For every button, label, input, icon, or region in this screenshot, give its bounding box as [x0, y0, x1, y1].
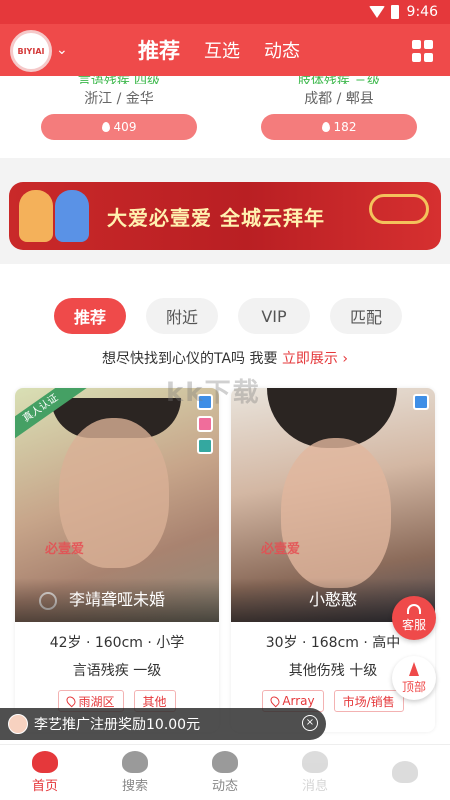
promo-banner[interactable]: 大爱必壹爱 全城云拜年 — [9, 182, 441, 250]
toast-text: 李艺推广注册奖励10.00元 — [34, 717, 201, 733]
profile-cat-icon — [392, 760, 418, 783]
filter-tab-vip[interactable]: VIP — [238, 298, 310, 334]
nav-profile[interactable] — [360, 745, 450, 800]
close-icon[interactable]: × — [302, 715, 318, 731]
location-tag-text: 雨湖区 — [78, 694, 115, 709]
occupation-tag: 市场/销售 — [333, 690, 404, 712]
tab-recommend[interactable]: 推荐 — [138, 35, 180, 65]
filter-tab-match[interactable]: 匹配 — [330, 298, 402, 334]
photo-face — [281, 438, 391, 588]
status-icons — [368, 5, 399, 19]
back-to-top-label: 顶部 — [401, 679, 426, 694]
show-now-link[interactable]: 立即展示 › — [282, 351, 348, 367]
prev-card-location: 成都 / 郫县 — [304, 91, 374, 107]
location-pin-icon — [268, 694, 282, 708]
nav-messages-label: 消息 — [301, 779, 328, 794]
profile-basic-info: 42岁 · 160cm · 小学 — [49, 635, 185, 651]
home-cat-icon — [32, 751, 58, 773]
heat-pill[interactable]: 409 — [41, 114, 197, 140]
customer-service-label: 客服 — [401, 617, 426, 632]
app-logo-text: BIYIAI — [17, 46, 45, 56]
previous-cards-row: 言语残疾 四级 浙江 / 金华 409 肢体残疾 三级 成都 / 郫县 182 — [0, 76, 450, 158]
flame-icon — [321, 122, 330, 132]
moments-cat-icon — [212, 751, 238, 773]
rocket-icon — [409, 661, 419, 676]
headset-icon — [407, 603, 421, 614]
banner-kid-illustration — [19, 190, 53, 242]
nav-moments-label: 动态 — [211, 779, 238, 794]
prompt-text: 想尽快找到心仪的TA吗 我要 — [101, 351, 282, 367]
back-to-top-button[interactable]: 顶部 — [392, 656, 436, 700]
messages-cat-icon — [302, 751, 328, 773]
photo-watermark: 必壹爱 — [45, 542, 85, 557]
nav-messages[interactable]: 消息 — [270, 745, 360, 800]
search-cat-icon — [122, 751, 148, 773]
top-app-bar: BIYIAI ⌄ 推荐 互选 动态 — [0, 24, 450, 76]
location-pin-icon — [65, 694, 78, 708]
profile-disability: 言语残疾 一级 — [72, 663, 162, 679]
nav-moments[interactable]: 动态 — [180, 745, 270, 800]
filter-tab-recommend[interactable]: 推荐 — [54, 298, 126, 334]
status-time: 9:46 — [406, 4, 438, 20]
bottom-navigation: 首页 搜索 动态 消息 — [0, 744, 450, 800]
filter-tabs: 推荐 附近 VIP 匹配 — [54, 298, 402, 334]
site-watermark: kk下载 — [166, 378, 261, 408]
prev-card-disability: 肢体残疾 三级 — [297, 76, 381, 84]
badge-column — [413, 394, 429, 410]
photo-watermark: 必壹爱 — [261, 542, 301, 557]
location-tag-text: Array — [282, 694, 315, 708]
header-tabs: 推荐 互选 动态 — [138, 24, 300, 76]
nav-search-label: 搜索 — [121, 779, 148, 794]
filter-tab-nearby[interactable]: 附近 — [146, 298, 218, 334]
profile-photo[interactable]: 必壹爱 真人认证 李靖聋哑未婚 — [15, 388, 219, 622]
cloud-icon — [369, 194, 429, 224]
flame-icon — [101, 122, 110, 132]
banner-kid-illustration — [55, 190, 89, 242]
profile-photo[interactable]: 必壹爱 小憨憨 — [231, 388, 435, 622]
profile-name: 李靖聋哑未婚 — [15, 578, 219, 622]
status-bar: 9:46 — [0, 0, 450, 24]
tab-mutual[interactable]: 互选 — [204, 37, 240, 63]
banner-text: 大爱必壹爱 全城云拜年 — [107, 206, 325, 230]
nav-home-label: 首页 — [31, 779, 58, 794]
grid-menu-icon[interactable] — [412, 40, 434, 62]
scroll-content[interactable]: 言语残疾 四级 浙江 / 金华 409 肢体残疾 三级 成都 / 郫县 182 … — [0, 76, 450, 744]
nav-search[interactable]: 搜索 — [90, 745, 180, 800]
recommend-section: 推荐 附近 VIP 匹配 想尽快找到心仪的TA吗 我要 立即展示 › 必壹爱 真… — [0, 264, 450, 744]
show-profile-prompt: 想尽快找到心仪的TA吗 我要 立即展示 › — [0, 348, 450, 368]
prev-card[interactable]: 肢体残疾 三级 成都 / 郫县 182 — [261, 76, 417, 140]
chevron-down-icon[interactable]: ⌄ — [56, 42, 68, 58]
phone-verified-icon — [413, 394, 429, 410]
reward-toast[interactable]: 李艺推广注册奖励10.00元 × — [0, 708, 326, 740]
profile-card[interactable]: 必壹爱 真人认证 李靖聋哑未婚 42岁 · 160cm · 小学 言语残疾 一级… — [15, 388, 219, 732]
customer-service-button[interactable]: 客服 — [392, 596, 436, 640]
heat-count: 409 — [113, 120, 137, 134]
id-verified-icon — [197, 416, 213, 432]
wifi-icon — [368, 6, 385, 18]
nav-home[interactable]: 首页 — [0, 745, 90, 800]
app-logo[interactable]: BIYIAI — [10, 30, 52, 72]
battery-icon — [390, 5, 399, 19]
heat-pill[interactable]: 182 — [261, 114, 417, 140]
avatar — [8, 714, 28, 734]
tab-moments[interactable]: 动态 — [264, 37, 300, 63]
prev-card-disability: 言语残疾 四级 — [77, 76, 161, 84]
heat-count: 182 — [333, 120, 357, 134]
prev-card-location: 浙江 / 金华 — [84, 91, 154, 107]
prev-card[interactable]: 言语残疾 四级 浙江 / 金华 409 — [41, 76, 197, 140]
person-verified-icon — [197, 438, 213, 454]
